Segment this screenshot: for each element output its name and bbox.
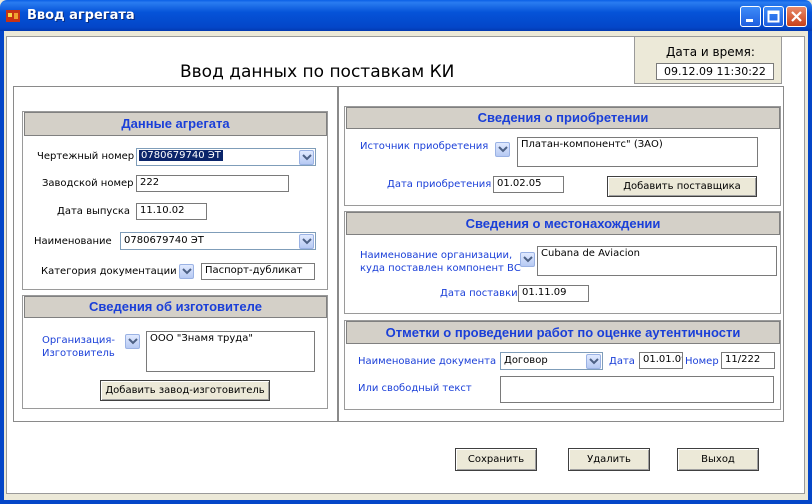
release-date-input[interactable]: 11.10.02 bbox=[136, 203, 207, 220]
release-date-label: Дата выпуска bbox=[57, 206, 130, 217]
manufacturer-dropdown[interactable] bbox=[125, 334, 140, 349]
location-header: Сведения о местонахождении bbox=[346, 212, 780, 235]
location-org-label-line2: куда поставлен компонент ВС bbox=[360, 263, 521, 274]
name-combo[interactable]: 0780679740 ЭТ bbox=[120, 232, 316, 250]
maximize-icon bbox=[767, 10, 780, 23]
delivery-date-input[interactable]: 01.11.09 bbox=[518, 285, 589, 302]
exit-button[interactable]: Выход bbox=[677, 448, 759, 471]
close-icon bbox=[791, 11, 802, 22]
authenticity-header: Отметки о проведении работ по оценке аут… bbox=[346, 321, 780, 344]
window-frame-right bbox=[808, 31, 812, 504]
title-bar[interactable]: Ввод агрегата bbox=[0, 0, 812, 31]
save-button[interactable]: Сохранить bbox=[455, 448, 537, 471]
app-icon bbox=[6, 10, 20, 22]
delivery-date-label: Дата поставки bbox=[440, 288, 518, 299]
aggregate-header: Данные агрегата bbox=[24, 112, 327, 136]
minimize-icon bbox=[746, 19, 753, 22]
document-name-value: Договор bbox=[504, 355, 548, 366]
acquisition-header: Сведения о приобретении bbox=[346, 107, 780, 129]
name-label: Наименование bbox=[34, 236, 112, 247]
datetime-label: Дата и время: bbox=[666, 45, 755, 59]
close-button[interactable] bbox=[786, 6, 807, 27]
location-org-input[interactable]: Cubana de Aviacion bbox=[537, 246, 777, 276]
acquisition-source-input[interactable]: Платан-компонентс" (ЗАО) bbox=[517, 137, 758, 167]
page-title: Ввод данных по поставкам КИ bbox=[180, 62, 455, 82]
free-text-input[interactable] bbox=[500, 376, 774, 403]
doc-category-input[interactable]: Паспорт-дубликат bbox=[201, 263, 315, 280]
document-name-dropdown[interactable] bbox=[586, 354, 601, 369]
chevron-down-icon bbox=[302, 154, 312, 161]
doc-category-label: Категория документации bbox=[41, 266, 177, 277]
manufacturer-label-line2: Изготовитель bbox=[42, 348, 115, 359]
manufacturer-input[interactable]: ООО "Знамя труда" bbox=[146, 331, 315, 372]
datetime-value: 09.12.09 11:30:22 bbox=[656, 63, 774, 80]
serial-number-input[interactable]: 222 bbox=[136, 175, 289, 192]
doc-category-dropdown[interactable] bbox=[179, 264, 194, 279]
location-org-dropdown[interactable] bbox=[520, 252, 535, 267]
chevron-down-icon bbox=[523, 256, 533, 263]
add-supplier-button[interactable]: Добавить поставщика bbox=[607, 176, 757, 197]
delete-button[interactable]: Удалить bbox=[568, 448, 650, 471]
document-name-label: Наименование документа bbox=[358, 356, 497, 367]
maximize-button[interactable] bbox=[763, 6, 784, 27]
acquisition-date-label: Дата приобретения bbox=[387, 179, 492, 190]
document-number-input[interactable]: 11/222 bbox=[721, 352, 775, 369]
chevron-down-icon bbox=[302, 238, 312, 245]
name-value: 0780679740 ЭТ bbox=[124, 235, 204, 246]
document-number-label: Номер bbox=[685, 356, 719, 367]
manufacturer-label-line1: Организация- bbox=[42, 335, 116, 346]
serial-number-label: Заводской номер bbox=[42, 178, 134, 189]
add-manufacturer-button[interactable]: Добавить завод-изготовитель bbox=[100, 380, 270, 401]
acquisition-source-dropdown[interactable] bbox=[495, 142, 510, 157]
manufacturer-header: Сведения об изготовителе bbox=[24, 296, 327, 318]
free-text-label: Или свободный текст bbox=[358, 383, 472, 394]
drawing-number-label: Чертежный номер bbox=[37, 151, 135, 162]
window-frame-bottom bbox=[0, 500, 812, 504]
document-date-label: Дата bbox=[609, 356, 635, 367]
location-org-label-line1: Наименование организации, bbox=[360, 250, 513, 261]
acquisition-source-label: Источник приобретения bbox=[360, 141, 489, 152]
window-title: Ввод агрегата bbox=[27, 8, 135, 23]
chevron-down-icon bbox=[589, 358, 599, 365]
chevron-down-icon bbox=[498, 146, 508, 153]
chevron-down-icon bbox=[128, 338, 138, 345]
drawing-number-combo[interactable]: 0780679740 ЭТ bbox=[136, 148, 316, 166]
drawing-number-dropdown[interactable] bbox=[299, 150, 314, 165]
name-dropdown[interactable] bbox=[299, 234, 314, 249]
minimize-button[interactable] bbox=[740, 6, 761, 27]
drawing-number-value: 0780679740 ЭТ bbox=[139, 150, 223, 161]
document-date-input[interactable]: 01.01.09 bbox=[639, 352, 683, 369]
acquisition-date-input[interactable]: 01.02.05 bbox=[493, 176, 564, 193]
chevron-down-icon bbox=[182, 268, 192, 275]
